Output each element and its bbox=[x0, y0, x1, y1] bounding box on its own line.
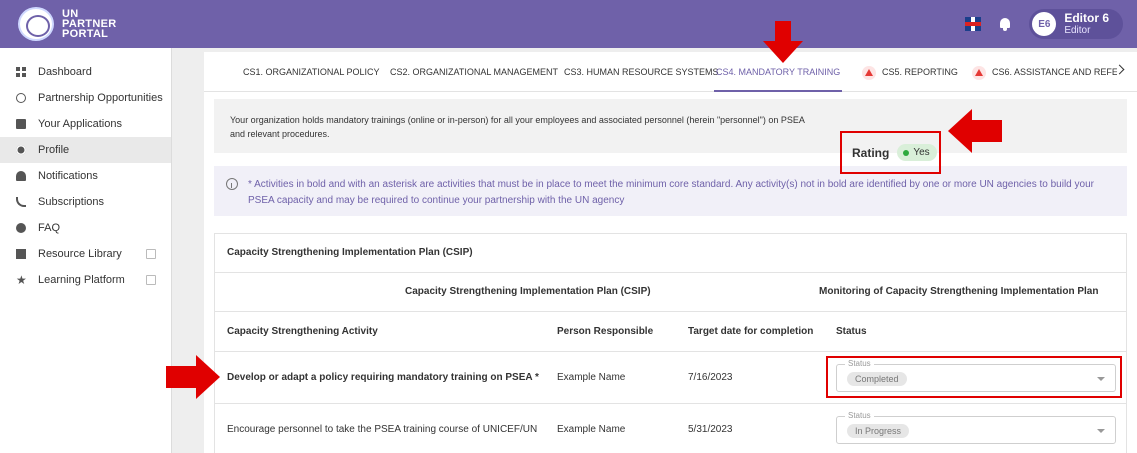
info-icon bbox=[226, 178, 238, 190]
activity-cell: Develop or adapt a policy requiring mand… bbox=[227, 372, 539, 383]
user-name: Editor 6 bbox=[1064, 11, 1109, 25]
rating-value: Yes bbox=[913, 147, 930, 158]
sidebar-item-subscriptions[interactable]: Subscriptions bbox=[0, 189, 171, 215]
activity-cell: Encourage personnel to take the PSEA tra… bbox=[227, 424, 538, 435]
language-flag-icon[interactable] bbox=[965, 17, 982, 31]
warning-icon bbox=[862, 65, 876, 80]
person-cell: Example Name bbox=[557, 372, 626, 383]
column-header-person: Person Responsible bbox=[557, 326, 654, 337]
target-date-cell: 5/31/2023 bbox=[688, 424, 733, 435]
rating-badge: Yes bbox=[897, 144, 937, 161]
sidebar-item-profile[interactable]: Profile bbox=[0, 137, 171, 163]
csip-title: Capacity Strengthening Implementation Pl… bbox=[227, 247, 473, 258]
column-header-target-date: Target date for completion bbox=[688, 326, 814, 337]
csip-column-header-row: Capacity Strengthening Activity Person R… bbox=[215, 311, 1126, 351]
csip-group-header-row: Capacity Strengthening Implementation Pl… bbox=[215, 272, 1126, 311]
gear-icon bbox=[16, 145, 26, 155]
sidebar-item-faq[interactable]: FAQ bbox=[0, 215, 171, 241]
user-role: Editor bbox=[1064, 25, 1091, 36]
star-icon: ★ bbox=[16, 273, 27, 287]
sidebar-item-label: FAQ bbox=[38, 222, 61, 234]
info-note: * Activities in bold and with an asteris… bbox=[248, 179, 1094, 206]
sidebar-item-label: Your Applications bbox=[38, 118, 122, 130]
warning-icon bbox=[972, 65, 986, 80]
status-select[interactable]: Status In Progress bbox=[836, 411, 1116, 444]
highlight-box bbox=[826, 356, 1122, 398]
help-icon bbox=[16, 223, 26, 233]
status-value-chip: In Progress bbox=[847, 424, 910, 438]
external-link-icon bbox=[146, 275, 156, 285]
green-dot-icon bbox=[903, 149, 910, 156]
tab-cs3[interactable]: CS3. HUMAN RESOURCE SYSTEMS bbox=[564, 52, 719, 92]
tab-cs1[interactable]: CS1. ORGANIZATIONAL POLICY bbox=[243, 52, 380, 92]
sidebar-item-label: Notifications bbox=[38, 170, 98, 182]
top-bar: UN PARTNER PORTAL E6 Editor 6 Editor bbox=[0, 0, 1137, 48]
rating-indicator: Rating Yes bbox=[840, 131, 941, 174]
person-cell: Example Name bbox=[557, 424, 626, 435]
sidebar-item-label: Subscriptions bbox=[38, 196, 105, 208]
sidebar-item-label: Partnership Opportunities bbox=[38, 92, 163, 104]
info-note-box: * Activities in bold and with an asteris… bbox=[214, 166, 1127, 216]
book-icon bbox=[16, 249, 26, 259]
target-date-cell: 7/16/2023 bbox=[688, 372, 733, 383]
sidebar-item-learning-platform[interactable]: ★ Learning Platform bbox=[0, 267, 171, 293]
logo-line: PORTAL bbox=[62, 28, 109, 40]
rss-icon bbox=[16, 197, 26, 207]
tab-label: CS5. REPORTING bbox=[882, 67, 958, 77]
notifications-bell-icon[interactable] bbox=[999, 17, 1011, 31]
rating-label: Rating bbox=[852, 145, 890, 160]
standards-tabs: CS1. ORGANIZATIONAL POLICY CS2. ORGANIZA… bbox=[204, 52, 1137, 92]
bell-icon bbox=[16, 171, 26, 181]
tab-cs2[interactable]: CS2. ORGANIZATIONAL MANAGEMENT bbox=[390, 52, 558, 92]
csip-card: Capacity Strengthening Implementation Pl… bbox=[214, 233, 1127, 453]
monitoring-group-header: Monitoring of Capacity Strengthening Imp… bbox=[819, 286, 1099, 297]
sidebar-item-your-applications[interactable]: Your Applications bbox=[0, 111, 171, 137]
table-row: Encourage personnel to take the PSEA tra… bbox=[215, 403, 1126, 453]
sidebar-item-label: Dashboard bbox=[38, 66, 92, 78]
sidebar-item-resource-library[interactable]: Resource Library bbox=[0, 241, 171, 267]
globe-icon bbox=[16, 93, 26, 103]
column-header-activity: Capacity Strengthening Activity bbox=[227, 326, 378, 337]
tab-cs5[interactable]: CS5. REPORTING bbox=[862, 52, 958, 92]
red-arrow-down-icon bbox=[763, 21, 803, 63]
avatar: E6 bbox=[1032, 12, 1057, 36]
red-arrow-left-icon bbox=[948, 109, 1002, 153]
red-arrow-right-icon bbox=[166, 355, 220, 399]
sidebar-item-label: Learning Platform bbox=[38, 274, 125, 286]
sidebar: Dashboard Partnership Opportunities Your… bbox=[0, 48, 172, 453]
un-partner-portal-logo[interactable]: UN PARTNER PORTAL bbox=[18, 7, 116, 41]
sidebar-item-dashboard[interactable]: Dashboard bbox=[0, 59, 171, 85]
sidebar-item-partnership-opportunities[interactable]: Partnership Opportunities bbox=[0, 85, 171, 111]
sidebar-item-label: Profile bbox=[38, 144, 70, 156]
dashboard-icon bbox=[16, 67, 26, 77]
un-emblem-icon bbox=[18, 7, 54, 41]
external-link-icon bbox=[146, 249, 156, 259]
column-header-status: Status bbox=[836, 326, 867, 337]
user-menu[interactable]: E6 Editor 6 Editor bbox=[1029, 9, 1123, 39]
plan-group-header: Capacity Strengthening Implementation Pl… bbox=[405, 286, 651, 297]
tab-label: CS6. ASSISTANCE AND REFE bbox=[992, 67, 1117, 77]
logo-text: UN PARTNER PORTAL bbox=[62, 9, 116, 40]
applications-icon bbox=[16, 119, 26, 129]
status-field-label: Status bbox=[845, 411, 874, 421]
tab-cs6[interactable]: CS6. ASSISTANCE AND REFE bbox=[972, 52, 1117, 92]
sidebar-item-label: Resource Library bbox=[38, 248, 122, 260]
sidebar-item-notifications[interactable]: Notifications bbox=[0, 163, 171, 189]
standard-description: Your organization holds mandatory traini… bbox=[230, 115, 805, 139]
dropdown-caret-icon bbox=[1097, 429, 1105, 433]
